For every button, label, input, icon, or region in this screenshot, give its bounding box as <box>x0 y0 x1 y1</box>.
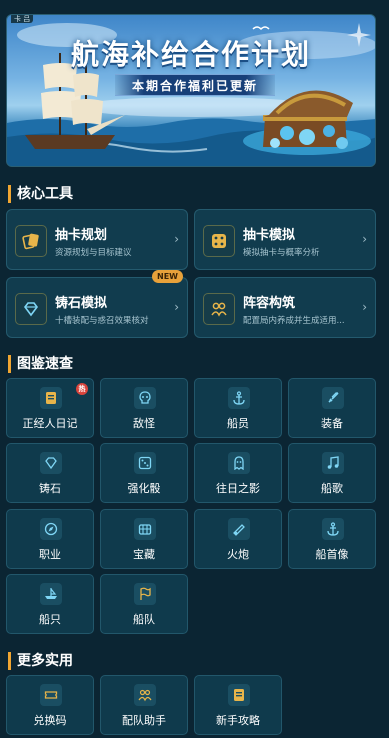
tool-desc: 模拟抽卡与概率分析 <box>243 248 320 258</box>
catalog-label: 往日之影 <box>216 482 260 495</box>
ship-icon <box>40 583 62 605</box>
tool-desc: 配置局内养成并生成适用... <box>243 316 345 326</box>
catalog-label: 职业 <box>39 548 61 561</box>
team-icon <box>134 684 156 706</box>
music-icon <box>322 452 344 474</box>
more-item-redeem-code[interactable]: 兑换码 <box>6 675 94 735</box>
catalog-label: 铸石 <box>39 482 61 495</box>
book-icon <box>40 387 62 409</box>
catalog-item-dice[interactable]: 强化骰 <box>100 443 188 503</box>
ticket-icon <box>40 684 62 706</box>
ghost-icon <box>228 452 250 474</box>
section-title-more: 更多实用 <box>8 652 73 670</box>
catalog-label: 装备 <box>321 417 343 430</box>
catalog-item-diary[interactable]: 正经人日记 热 <box>6 378 94 438</box>
tool-name: 抽卡规划 <box>55 228 108 243</box>
catalog-item-classes[interactable]: 职业 <box>6 509 94 569</box>
banner-subtitle: 本期合作福利已更新 <box>115 74 275 96</box>
banner-tag: 卡 吕 <box>11 15 34 23</box>
more-item-beginner-guide[interactable]: 新手攻略 <box>194 675 282 735</box>
new-badge: NEW <box>152 270 183 283</box>
chevron-right-icon: › <box>362 232 367 246</box>
catalog-item-stones[interactable]: 铸石 <box>6 443 94 503</box>
dice-icon <box>134 452 156 474</box>
team-icon <box>203 293 235 325</box>
section-title-catalog: 图鉴速查 <box>8 355 73 373</box>
catalog-label: 宝藏 <box>133 548 155 561</box>
catalog-item-enemies[interactable]: 敌怪 <box>100 378 188 438</box>
catalog-label: 正经人日记 <box>22 417 78 430</box>
more-item-team-helper[interactable]: 配队助手 <box>100 675 188 735</box>
compass-icon <box>40 518 62 540</box>
chevron-right-icon: › <box>362 300 367 314</box>
gem-icon <box>15 293 47 325</box>
catalog-item-treasure[interactable]: 宝藏 <box>100 509 188 569</box>
tool-card-team-build[interactable]: 阵容构筑 配置局内养成并生成适用... › <box>194 277 376 338</box>
catalog-item-fleet[interactable]: 船队 <box>100 574 188 634</box>
cards-icon <box>15 225 47 257</box>
tool-desc: 十槽装配与惑召效果核对 <box>55 316 149 326</box>
more-label: 兑换码 <box>33 714 67 727</box>
chest-icon <box>134 518 156 540</box>
catalog-label: 火炮 <box>227 548 249 561</box>
tool-card-gacha-plan[interactable]: 抽卡规划 资源规划与目标建议 › <box>6 209 188 270</box>
anchor-icon <box>228 387 250 409</box>
catalog-item-shanty[interactable]: 船歌 <box>288 443 376 503</box>
catalog-label: 船队 <box>133 613 155 626</box>
banner-title: 航海补给合作计划 <box>70 38 311 71</box>
catalog-item-ships[interactable]: 船只 <box>6 574 94 634</box>
sword-icon <box>322 387 344 409</box>
more-label: 配队助手 <box>122 714 166 727</box>
tool-name: 阵容构筑 <box>243 296 296 311</box>
more-label: 新手攻略 <box>216 714 260 727</box>
catalog-label: 船员 <box>227 417 249 430</box>
dice-icon <box>203 225 235 257</box>
chevron-right-icon: › <box>174 232 179 246</box>
anchor-icon <box>322 518 344 540</box>
hot-badge: 热 <box>76 383 88 395</box>
catalog-label: 船首像 <box>315 548 349 561</box>
tool-name: 铸石模拟 <box>55 296 108 311</box>
catalog-item-figurehead[interactable]: 船首像 <box>288 509 376 569</box>
gem-icon <box>40 452 62 474</box>
cannon-icon <box>228 518 250 540</box>
catalog-item-equipment[interactable]: 装备 <box>288 378 376 438</box>
tool-name: 抽卡模拟 <box>243 228 296 243</box>
skull-icon <box>134 387 156 409</box>
catalog-item-crew[interactable]: 船员 <box>194 378 282 438</box>
hero-banner[interactable]: 卡 吕 航海补给合作计划 本期合作福利已更新 <box>6 14 376 167</box>
section-title-core-tools: 核心工具 <box>8 185 73 203</box>
catalog-label: 船只 <box>39 613 61 626</box>
catalog-label: 敌怪 <box>133 417 155 430</box>
tool-card-gacha-sim[interactable]: 抽卡模拟 模拟抽卡与概率分析 › <box>194 209 376 270</box>
tool-desc: 资源规划与目标建议 <box>55 248 132 258</box>
catalog-item-cannons[interactable]: 火炮 <box>194 509 282 569</box>
book-icon <box>228 684 250 706</box>
catalog-item-shadows[interactable]: 往日之影 <box>194 443 282 503</box>
tool-card-stone-sim[interactable]: 铸石模拟 十槽装配与惑召效果核对 › NEW <box>6 270 188 338</box>
flag-icon <box>134 583 156 605</box>
catalog-label: 船歌 <box>321 482 343 495</box>
chevron-right-icon: › <box>174 300 179 314</box>
catalog-label: 强化骰 <box>127 482 161 495</box>
